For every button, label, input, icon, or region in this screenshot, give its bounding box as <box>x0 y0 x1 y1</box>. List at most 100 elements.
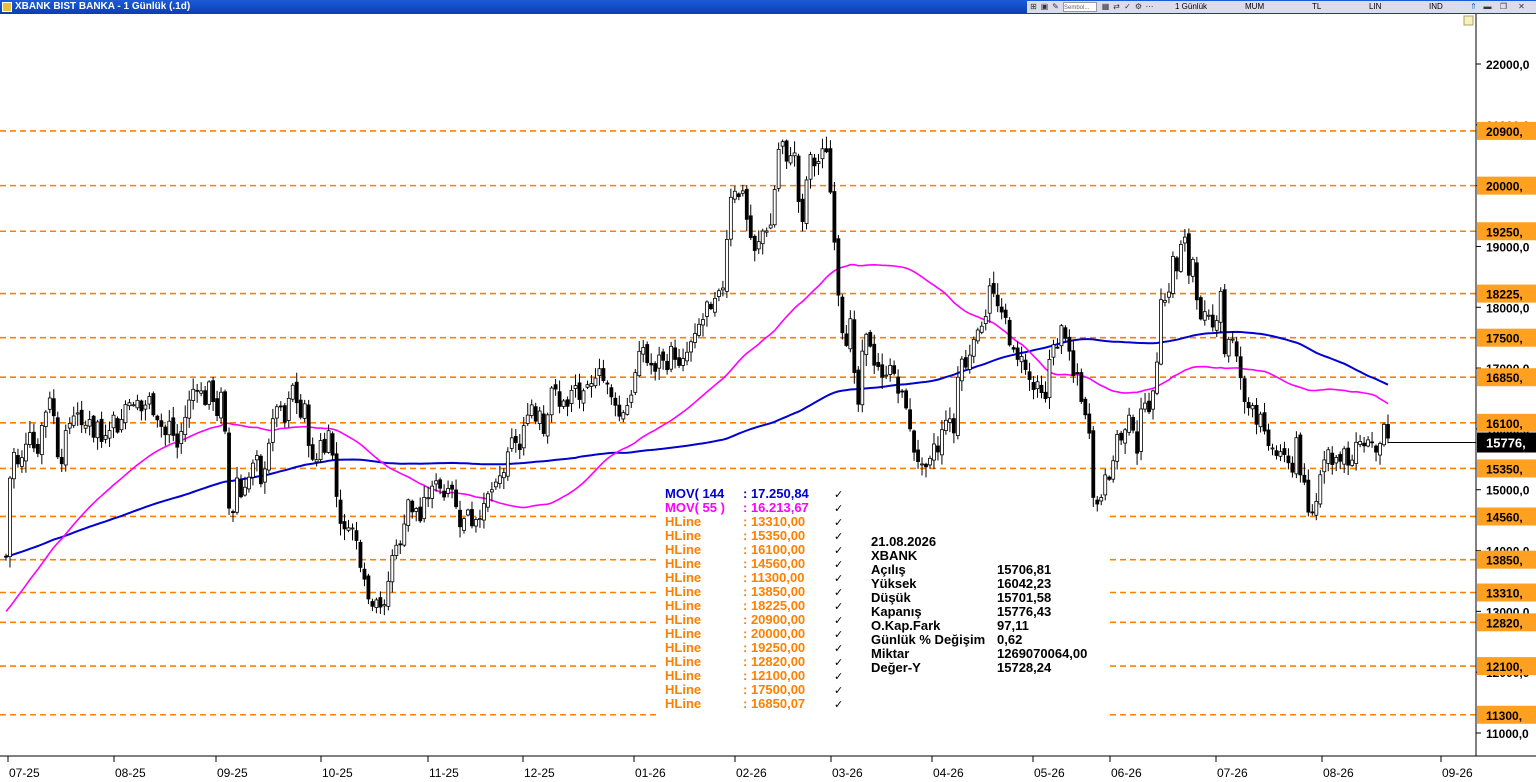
candle-body <box>247 476 251 490</box>
legend-check-icon[interactable]: ✓ <box>834 600 843 613</box>
candle-body <box>1031 381 1036 390</box>
hline-axis-label: 11300, <box>1486 709 1522 723</box>
legend-check-icon[interactable]: ✓ <box>834 656 843 669</box>
candle-body <box>187 399 192 419</box>
candle-body <box>1039 384 1044 394</box>
candle-body <box>211 380 216 402</box>
legend-check-icon[interactable]: ✓ <box>834 516 843 529</box>
candle-body <box>466 509 470 516</box>
scale-lock-icon[interactable] <box>1463 15 1474 26</box>
currency-select[interactable]: TL <box>1312 2 1321 12</box>
candle-body <box>991 283 996 294</box>
candle-body <box>24 443 28 462</box>
chart-type-select[interactable]: MUM <box>1245 2 1264 12</box>
candle-body <box>43 411 48 427</box>
candle-body <box>641 347 646 355</box>
candle-body <box>824 148 829 153</box>
candle-body <box>1338 454 1343 462</box>
candle-body <box>609 387 614 398</box>
scroll-up-icon[interactable]: ⇑ <box>1469 2 1478 11</box>
candle-body <box>581 390 586 404</box>
candle-body <box>458 509 462 528</box>
scale-select[interactable]: LIN <box>1369 2 1381 12</box>
candle-body <box>1322 459 1327 473</box>
candle-body <box>231 511 235 514</box>
legend-check-icon[interactable]: ✓ <box>834 628 843 641</box>
candle-body <box>67 423 72 429</box>
candle-body <box>1318 474 1323 505</box>
candle-body <box>1163 300 1167 303</box>
legend-check-icon[interactable]: ✓ <box>834 670 843 683</box>
candle-body <box>497 475 502 485</box>
x-tick-label: 12-25 <box>524 766 555 780</box>
zoom-icon[interactable]: ⊞ <box>1029 2 1038 11</box>
legend-check-icon[interactable]: ✓ <box>834 642 843 655</box>
period-select[interactable]: 1 Günlük <box>1175 2 1207 12</box>
grid-icon[interactable]: ▦ <box>1101 2 1110 11</box>
candle-body <box>983 316 988 324</box>
legend-name: HLine <box>665 654 701 669</box>
y-tick-label: 11000,0 <box>1486 727 1529 741</box>
candle-body <box>1258 413 1263 428</box>
image-icon[interactable]: ▣ <box>1040 2 1049 11</box>
candle-body <box>1111 460 1116 480</box>
candle-body <box>1342 448 1347 465</box>
legend-check-icon[interactable]: ✓ <box>834 684 843 697</box>
candle-body <box>251 462 255 478</box>
legend-check-icon[interactable]: ✓ <box>834 558 843 571</box>
close-icon[interactable]: ✕ <box>1517 2 1526 11</box>
indicator-icon[interactable]: ✓ <box>1123 2 1132 11</box>
candle-body <box>1310 511 1315 514</box>
candle-body <box>1127 414 1132 433</box>
legend-check-icon[interactable]: ✓ <box>834 544 843 557</box>
candle-body <box>322 438 327 453</box>
candle-body <box>521 425 526 449</box>
candle-body <box>709 303 713 310</box>
candle-body <box>55 417 60 458</box>
candle-body <box>856 369 861 405</box>
candle-body <box>836 238 841 296</box>
candle-body <box>278 405 283 408</box>
tools-icon[interactable]: ⋯ <box>1145 2 1154 11</box>
minimize-icon[interactable]: ▬ <box>1483 2 1492 11</box>
candle-body <box>1115 434 1120 462</box>
candle-body <box>310 444 315 460</box>
candle-body <box>573 385 578 389</box>
candle-body <box>1218 290 1223 323</box>
y-tick-label: 15000,0 <box>1486 484 1530 498</box>
candle-body <box>1302 474 1307 483</box>
candle-body <box>470 509 474 527</box>
candle-body <box>219 391 223 419</box>
candle-body <box>1242 378 1247 403</box>
candle-body <box>936 445 940 453</box>
candle-body <box>151 393 156 416</box>
candle-body <box>999 306 1004 313</box>
candle-body <box>59 457 64 465</box>
candle-body <box>959 358 964 382</box>
restore-icon[interactable]: ❐ <box>1499 2 1508 11</box>
legend-check-icon[interactable]: ✓ <box>834 586 843 599</box>
legend-check-icon[interactable]: ✓ <box>834 488 843 501</box>
settings-icon[interactable]: ⚙ <box>1134 2 1143 11</box>
candle-body <box>553 384 558 390</box>
compare-icon[interactable]: ⇄ <box>1112 2 1121 11</box>
price-chart[interactable]: 11000,012000,013000,014000,015000,016000… <box>0 14 1536 782</box>
candle-body <box>525 414 530 424</box>
candle-body <box>724 239 729 292</box>
x-tick-label: 01-26 <box>635 766 666 780</box>
candle-body <box>697 323 701 336</box>
candle-body <box>422 496 427 520</box>
candle-body <box>430 485 435 499</box>
legend-check-icon[interactable]: ✓ <box>834 698 843 711</box>
candle-body <box>1135 431 1139 454</box>
candle-body <box>661 351 666 361</box>
symbol-search-input[interactable]: Sembol... <box>1063 2 1097 12</box>
legend-check-icon[interactable]: ✓ <box>834 572 843 585</box>
draw-icon[interactable]: ✎ <box>1051 2 1060 11</box>
legend-check-icon[interactable]: ✓ <box>834 530 843 543</box>
legend-check-icon[interactable]: ✓ <box>834 614 843 627</box>
candle-body <box>1063 327 1068 339</box>
candle-body <box>940 429 944 456</box>
adjust-select[interactable]: IND <box>1429 2 1443 12</box>
legend-check-icon[interactable]: ✓ <box>834 502 843 515</box>
